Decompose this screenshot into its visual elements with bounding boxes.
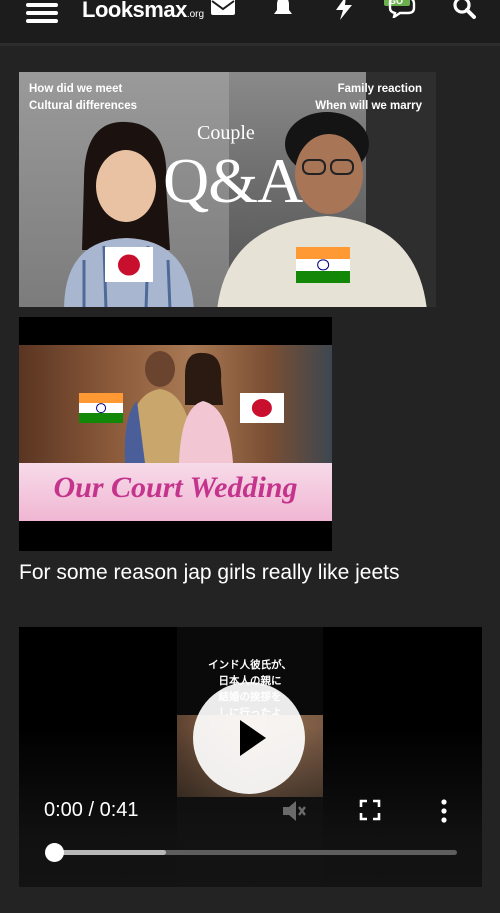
more-options-icon[interactable] xyxy=(438,799,450,825)
qa-title: Q&A xyxy=(163,145,303,216)
volume-muted-icon[interactable] xyxy=(281,799,307,823)
japan-flag-icon xyxy=(240,393,284,423)
court-wedding-image[interactable]: Our Court Wedding xyxy=(19,317,332,551)
post-text: For some reason jap girls really like je… xyxy=(19,561,400,584)
video-scrubber-handle[interactable] xyxy=(45,843,64,862)
fullscreen-icon[interactable] xyxy=(359,799,381,821)
wedding-banner-text: Our Court Wedding xyxy=(53,471,298,504)
couple-figures xyxy=(124,351,233,463)
japan-flag-icon xyxy=(105,247,153,282)
india-flag-icon xyxy=(79,393,123,423)
caption-left: How did we meet Cultural differences xyxy=(29,83,137,112)
wedding-scene xyxy=(19,345,332,463)
header-divider xyxy=(0,43,500,46)
search-icon[interactable] xyxy=(452,0,476,20)
envelope-icon[interactable] xyxy=(210,0,236,18)
wedding-banner: Our Court Wedding xyxy=(19,463,332,521)
lightning-icon[interactable] xyxy=(334,0,354,20)
video-player[interactable]: インド人彼氏が、 日本人の親に 結婚の挨拶を しに行ったよ 0:00 / 0:4… xyxy=(19,627,482,887)
video-progress-bar[interactable] xyxy=(45,843,457,862)
india-flag-icon xyxy=(296,247,350,283)
couple-qa-image[interactable]: How did we meet Cultural differences Fam… xyxy=(19,72,436,307)
video-time: 0:00 / 0:41 xyxy=(44,799,139,821)
menu-icon[interactable] xyxy=(26,3,58,23)
chat-badge: GO xyxy=(389,0,404,6)
qa-subtitle: Couple xyxy=(197,122,255,144)
site-logo[interactable]: Looksmax.org xyxy=(82,0,204,23)
bell-icon[interactable] xyxy=(272,0,294,18)
top-navigation-bar: Looksmax.org GO xyxy=(0,0,500,46)
video-buffered-bar xyxy=(53,850,167,855)
play-button[interactable] xyxy=(193,682,305,794)
